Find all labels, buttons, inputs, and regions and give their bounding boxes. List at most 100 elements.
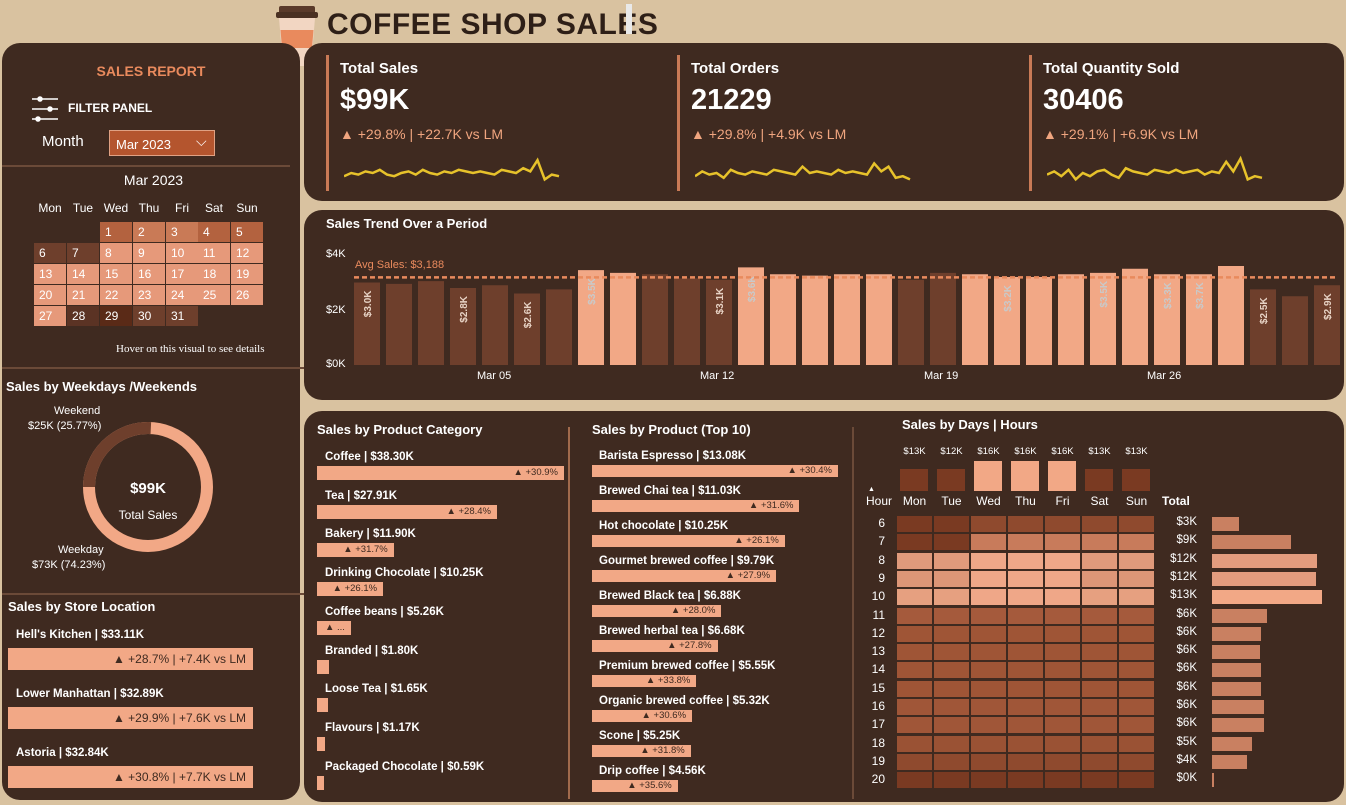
heatmap-cell[interactable]	[1081, 752, 1118, 771]
calendar-day[interactable]: 30	[133, 306, 165, 326]
calendar-day[interactable]: 12	[231, 243, 263, 263]
calendar-day[interactable]: 23	[133, 285, 165, 305]
heatmap-cell[interactable]	[1044, 515, 1081, 533]
heatmap-cell[interactable]	[933, 515, 970, 533]
heatmap-cell[interactable]	[1044, 569, 1081, 588]
heatmap-cell[interactable]	[970, 679, 1007, 698]
heatmap-cell[interactable]	[1081, 643, 1118, 662]
heatmap-cell[interactable]	[896, 716, 933, 735]
heatmap-cell[interactable]	[1081, 533, 1118, 552]
calendar-day[interactable]: 6	[34, 243, 66, 263]
heatmap-cell[interactable]	[1007, 771, 1044, 790]
heatmap-cell[interactable]	[1044, 606, 1081, 625]
category-bar[interactable]	[317, 775, 324, 790]
heatmap-cell[interactable]	[933, 569, 970, 588]
heatmap-cell[interactable]	[1007, 606, 1044, 625]
heatmap-cell[interactable]	[896, 661, 933, 680]
heatmap-cell[interactable]	[1081, 588, 1118, 607]
product-bar[interactable]: ▲ +30.4%	[592, 465, 838, 477]
heatmap-cell[interactable]	[1081, 716, 1118, 735]
heatmap-cell[interactable]	[933, 734, 970, 753]
calendar-day[interactable]: 22	[100, 285, 132, 305]
product-bar[interactable]: ▲ +30.6%	[592, 710, 693, 722]
heatmap-cell[interactable]	[1007, 661, 1044, 680]
heatmap-cell[interactable]	[1044, 698, 1081, 716]
heatmap-cell[interactable]	[896, 734, 933, 753]
heatmap-cell[interactable]	[1044, 771, 1081, 790]
calendar-day[interactable]: 20	[34, 285, 66, 305]
heatmap-cell[interactable]	[896, 643, 933, 662]
heatmap-cell[interactable]	[1081, 698, 1118, 716]
category-bar[interactable]: ▲ ...	[317, 620, 351, 635]
heatmap-cell[interactable]	[896, 533, 933, 552]
heatmap-cell[interactable]	[970, 643, 1007, 662]
heatmap-cell[interactable]	[1118, 569, 1155, 588]
trend-chart[interactable]: $3.0K $2.8K $2.6K $3.5K $3.1K $3.6K $3.2K $3.5K…	[304, 210, 1344, 400]
calendar-day[interactable]: 4	[198, 222, 230, 242]
product-bar[interactable]: ▲ +31.8%	[592, 745, 691, 757]
calendar-day[interactable]: 9	[133, 243, 165, 263]
product-bar[interactable]: ▲ +31.6%	[592, 500, 800, 512]
heatmap-cell[interactable]	[970, 771, 1007, 790]
heatmap-cell[interactable]	[1044, 716, 1081, 735]
heatmap-cell[interactable]	[1007, 533, 1044, 552]
heatmap-cell[interactable]	[970, 734, 1007, 753]
calendar-day[interactable]: 19	[231, 264, 263, 284]
heatmap-cell[interactable]	[970, 515, 1007, 533]
heatmap-cell[interactable]	[896, 515, 933, 533]
heatmap-cell[interactable]	[896, 551, 933, 570]
product-bar[interactable]: ▲ +28.0%	[592, 605, 722, 617]
heatmap-cell[interactable]	[970, 624, 1007, 643]
heatmap-cell[interactable]	[1118, 734, 1155, 753]
heatmap-cell[interactable]	[896, 569, 933, 588]
heatmap-cell[interactable]	[1118, 533, 1155, 552]
heatmap-cell[interactable]	[933, 624, 970, 643]
heatmap-cell[interactable]	[1007, 569, 1044, 588]
heatmap-cell[interactable]	[970, 588, 1007, 607]
store-bar[interactable]: ▲ +28.7% | +7.4K vs LM	[8, 648, 253, 670]
heatmap-cell[interactable]	[1044, 734, 1081, 753]
heatmap-cell[interactable]	[1007, 588, 1044, 607]
calendar-day[interactable]: 7	[67, 243, 99, 263]
heatmap-cell[interactable]	[1118, 606, 1155, 625]
heatmap-cell[interactable]	[970, 716, 1007, 735]
calendar-day[interactable]: 11	[198, 243, 230, 263]
heatmap-cell[interactable]	[1044, 624, 1081, 643]
heatmap-cell[interactable]	[896, 588, 933, 607]
heatmap-cell[interactable]	[933, 716, 970, 735]
category-bar[interactable]	[317, 659, 329, 674]
heatmap-cell[interactable]	[1081, 606, 1118, 625]
heatmap-cell[interactable]	[1007, 624, 1044, 643]
heatmap-cell[interactable]	[1118, 551, 1155, 570]
heatmap-cell[interactable]	[1081, 661, 1118, 680]
heatmap-cell[interactable]	[1044, 643, 1081, 662]
heatmap-cell[interactable]	[896, 771, 933, 790]
heatmap-cell[interactable]	[1007, 679, 1044, 698]
heatmap-cell[interactable]	[1044, 752, 1081, 771]
heatmap-cell[interactable]	[1081, 771, 1118, 790]
heatmap-cell[interactable]	[933, 606, 970, 625]
heatmap-cell[interactable]	[933, 698, 970, 716]
product-bar[interactable]: ▲ +26.1%	[592, 535, 785, 547]
calendar-day[interactable]: 3	[166, 222, 198, 242]
calendar-day[interactable]: 29	[100, 306, 132, 326]
calendar-day[interactable]: 18	[198, 264, 230, 284]
heatmap-cell[interactable]	[1118, 515, 1155, 533]
heatmap-cell[interactable]	[1007, 551, 1044, 570]
calendar-day[interactable]: 26	[231, 285, 263, 305]
heatmap-cell[interactable]	[1081, 515, 1118, 533]
heatmap-cell[interactable]	[1118, 698, 1155, 716]
heatmap-cell[interactable]	[970, 752, 1007, 771]
heatmap-cell[interactable]	[1118, 752, 1155, 771]
heatmap-cell[interactable]	[896, 624, 933, 643]
calendar-day[interactable]: 25	[198, 285, 230, 305]
calendar-day[interactable]: 8	[100, 243, 132, 263]
product-bar[interactable]: ▲ +35.6%	[592, 780, 678, 792]
heatmap-cell[interactable]	[1007, 698, 1044, 716]
heatmap-cell[interactable]	[1081, 679, 1118, 698]
heatmap-cell[interactable]	[1044, 661, 1081, 680]
product-bar[interactable]: ▲ +27.8%	[592, 640, 718, 652]
heatmap-cell[interactable]	[1007, 643, 1044, 662]
heatmap-cell[interactable]	[1044, 551, 1081, 570]
calendar-day[interactable]: 16	[133, 264, 165, 284]
